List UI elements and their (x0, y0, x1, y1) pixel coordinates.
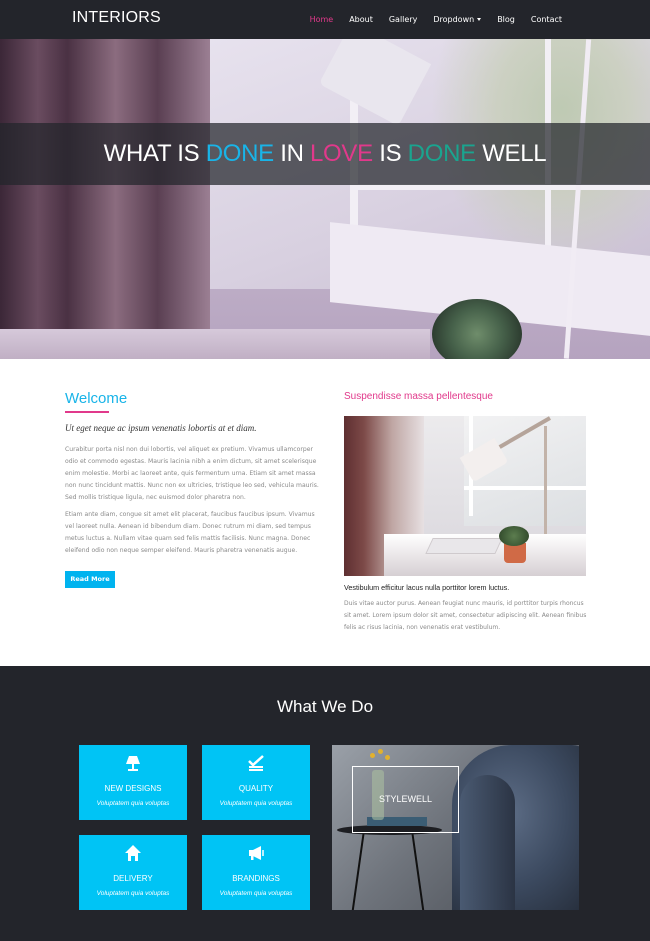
service-card-quality[interactable]: QUALITY Voluptatem quia voluptas (202, 745, 310, 820)
nav-item-dropdown[interactable]: Dropdown (425, 15, 489, 24)
nav-item-contact[interactable]: Contact (523, 15, 570, 24)
side-caption: Vestibulum efficitur lacus nulla porttit… (344, 583, 510, 592)
service-card-subtitle: Voluptatem quia voluptas (96, 800, 170, 807)
promo-table-leg (351, 833, 365, 910)
megaphone-icon (202, 844, 310, 862)
nav-item-home[interactable]: Home (302, 15, 342, 24)
side-heading: Suspendisse massa pellentesque (344, 391, 493, 402)
welcome-paragraph: Etiam ante diam, congue sit amet elit pl… (65, 511, 315, 554)
promo-flower (370, 753, 375, 758)
promo-table-leg (411, 833, 425, 910)
navbar: INTERIORS Home About Gallery Dropdown Bl… (0, 0, 650, 39)
nav-item-gallery[interactable]: Gallery (381, 15, 426, 24)
caret-down-icon (477, 18, 482, 21)
hero-word: LOVE (310, 140, 373, 167)
hero-curtain (0, 39, 210, 359)
service-card-subtitle: Voluptatem quia voluptas (219, 800, 293, 807)
service-card-label: DELIVERY (113, 874, 153, 883)
main-menu: Home About Gallery Dropdown Blog Contact (302, 0, 570, 39)
service-card-label: NEW DESIGNS (104, 784, 162, 793)
service-card-label: QUALITY (238, 784, 274, 793)
hero-word: IS (379, 140, 402, 167)
promo-flower (378, 749, 383, 754)
services-heading: What We Do (276, 697, 374, 716)
nav-item-dropdown-label: Dropdown (433, 15, 475, 24)
promo-flower (385, 755, 390, 760)
brand-logo[interactable]: INTERIORS (72, 9, 161, 27)
lamp-icon (79, 754, 187, 772)
side-image-plant (499, 526, 529, 546)
promo-label: STYLEWELL (378, 794, 433, 804)
hero-word: DONE (407, 140, 476, 167)
welcome-heading: Welcome (65, 390, 128, 407)
welcome-lead: Ut eget neque ac ipsum venenatis loborti… (65, 423, 257, 433)
hero-word: DONE (205, 140, 274, 167)
service-card-label: BRANDINGS (232, 874, 280, 883)
nav-item-about[interactable]: About (341, 15, 381, 24)
side-image-laptop (425, 538, 503, 554)
read-more-button[interactable]: Read More (65, 571, 115, 588)
promo-armchair-arm (460, 775, 515, 910)
hero-word: WELL (482, 140, 547, 167)
service-card-brandings[interactable]: BRANDINGS Voluptatem quia voluptas (202, 835, 310, 910)
hero-heading: WHAT IS DONE IN LOVE IS DONE WELL (0, 140, 650, 168)
service-card-new-designs[interactable]: NEW DESIGNS Voluptatem quia voluptas (79, 745, 187, 820)
check-icon (202, 754, 310, 772)
nav-item-blog[interactable]: Blog (489, 15, 523, 24)
side-image (344, 416, 586, 576)
welcome-paragraph: Curabitur porta nisl non dui lobortis, v… (65, 446, 319, 501)
heading-underline (65, 411, 109, 413)
home-icon (79, 844, 187, 862)
service-card-delivery[interactable]: DELIVERY Voluptatem quia voluptas (79, 835, 187, 910)
hero-word: IN (280, 140, 304, 167)
side-image-frame (464, 486, 586, 490)
service-card-subtitle: Voluptatem quia voluptas (96, 890, 170, 897)
side-image-pot (504, 543, 526, 563)
hero-table (0, 329, 430, 359)
side-paragraph: Duis vitae auctor purus. Aenean feugiat … (344, 600, 587, 631)
hero-word: WHAT IS (103, 140, 200, 167)
hero-banner (0, 39, 650, 359)
service-card-subtitle: Voluptatem quia voluptas (219, 890, 293, 897)
stylewell-promo[interactable]: STYLEWELL (332, 745, 579, 910)
